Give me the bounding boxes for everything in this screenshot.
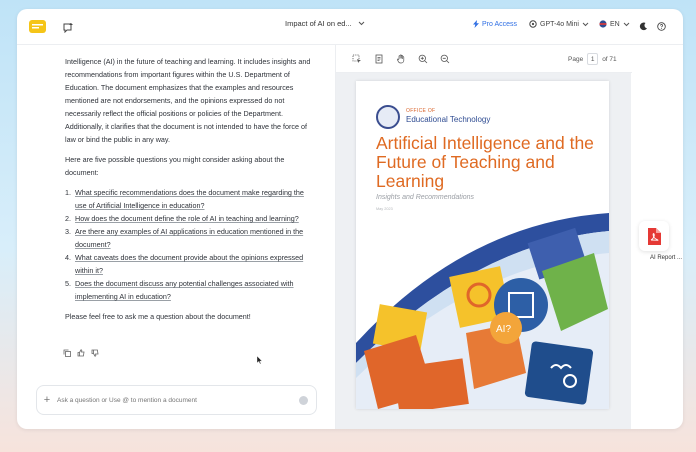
question-number: 3. (65, 227, 71, 236)
question-number: 5. (65, 279, 71, 288)
document-viewer: Page 1 of 71 OFFICE OF Educational Techn… (335, 45, 632, 429)
question-item[interactable]: 2. How does the document define the role … (65, 212, 315, 225)
model-label: GPT-4o Mini (540, 20, 579, 28)
viewer-toolbar: Page 1 of 71 (336, 45, 632, 73)
zoom-out-icon[interactable] (440, 54, 450, 64)
art-ai-text: AI? (496, 324, 511, 335)
document-icon[interactable] (374, 54, 384, 64)
model-selector[interactable]: GPT-4o Mini (529, 20, 589, 28)
question-item[interactable]: 4. What caveats does the document provide… (65, 251, 315, 277)
message-lead: Here are five possible questions you mig… (65, 155, 285, 177)
page-total: of 71 (602, 55, 617, 63)
cover-illustration: AI? (356, 213, 609, 409)
message-closing: Please feel free to ask me a question ab… (65, 312, 251, 321)
hand-icon[interactable] (396, 54, 406, 64)
chevron-down-icon (582, 22, 589, 26)
question-link[interactable]: Does the document discuss any potential … (75, 277, 315, 303)
question-item[interactable]: 3. Are there any examples of AI applicati… (65, 225, 315, 251)
message-intro: Intelligence (AI) in the future of teach… (65, 57, 311, 144)
openai-icon (529, 20, 537, 28)
pro-access-button[interactable]: Pro Access (473, 20, 517, 28)
zoom-in-icon[interactable] (418, 54, 428, 64)
question-item[interactable]: 1. What specific recommendations does the… (65, 186, 315, 212)
help-icon[interactable] (655, 20, 667, 32)
dark-mode-icon[interactable] (637, 20, 649, 32)
mouse-cursor-icon (257, 356, 263, 365)
top-bar: Impact of AI on ed... Pro Access GPT-4o … (17, 9, 683, 45)
document-subtitle: Insights and Recommendations (376, 194, 475, 201)
department-seal-icon (376, 105, 400, 129)
message-actions (63, 349, 99, 357)
question-item[interactable]: 5. Does the document discuss any potentia… (65, 277, 315, 303)
question-number: 1. (65, 188, 71, 197)
app-logo-icon[interactable] (29, 18, 46, 35)
chevron-down-icon (623, 22, 630, 26)
select-text-icon[interactable] (352, 54, 362, 64)
pdf-page: OFFICE OF Educational Technology Artific… (356, 81, 609, 409)
side-document-label: AI Report ... (650, 255, 683, 261)
office-name: Educational Technology (406, 115, 491, 124)
language-label: EN (610, 20, 620, 28)
pdf-file-icon (648, 227, 661, 245)
page-indicator: Page 1 of 71 (568, 53, 617, 65)
lightning-icon (473, 20, 479, 28)
document-title-dropdown[interactable]: Impact of AI on ed... (285, 19, 365, 28)
page-number-input[interactable]: 1 (587, 53, 599, 65)
office-label: OFFICE OF (406, 108, 436, 114)
question-link[interactable]: What specific recommendations does the d… (75, 186, 315, 212)
assistant-message: Intelligence (AI) in the future of teach… (65, 55, 315, 330)
flag-icon (599, 20, 607, 28)
document-date: May 2023 (376, 207, 393, 211)
language-selector[interactable]: EN (599, 20, 630, 28)
chevron-down-icon (358, 21, 365, 26)
chat-input[interactable] (57, 396, 299, 404)
question-link[interactable]: Are there any examples of AI application… (75, 225, 315, 251)
question-number: 4. (65, 253, 71, 262)
side-document-card[interactable] (639, 221, 669, 251)
copy-icon[interactable] (63, 349, 71, 357)
question-list: 1. What specific recommendations does the… (65, 186, 315, 303)
add-attachment-icon[interactable]: + (37, 394, 57, 406)
question-link[interactable]: What caveats does the document provide a… (75, 251, 315, 277)
thumbs-down-icon[interactable] (91, 349, 99, 357)
chat-input-box[interactable]: + (36, 385, 317, 415)
thumbs-up-icon[interactable] (77, 349, 85, 357)
page-label: Page (568, 55, 584, 63)
pro-access-label: Pro Access (482, 20, 518, 28)
app-window: Impact of AI on ed... Pro Access GPT-4o … (17, 9, 683, 429)
chat-panel: Intelligence (AI) in the future of teach… (17, 45, 335, 429)
send-icon[interactable] (299, 395, 308, 405)
document-heading: Artificial Intelligence and the Future o… (376, 133, 594, 191)
new-chat-icon[interactable] (61, 20, 75, 34)
question-number: 2. (65, 214, 71, 223)
question-link[interactable]: How does the document define the role of… (75, 212, 299, 225)
document-title: Impact of AI on ed... (285, 19, 352, 28)
